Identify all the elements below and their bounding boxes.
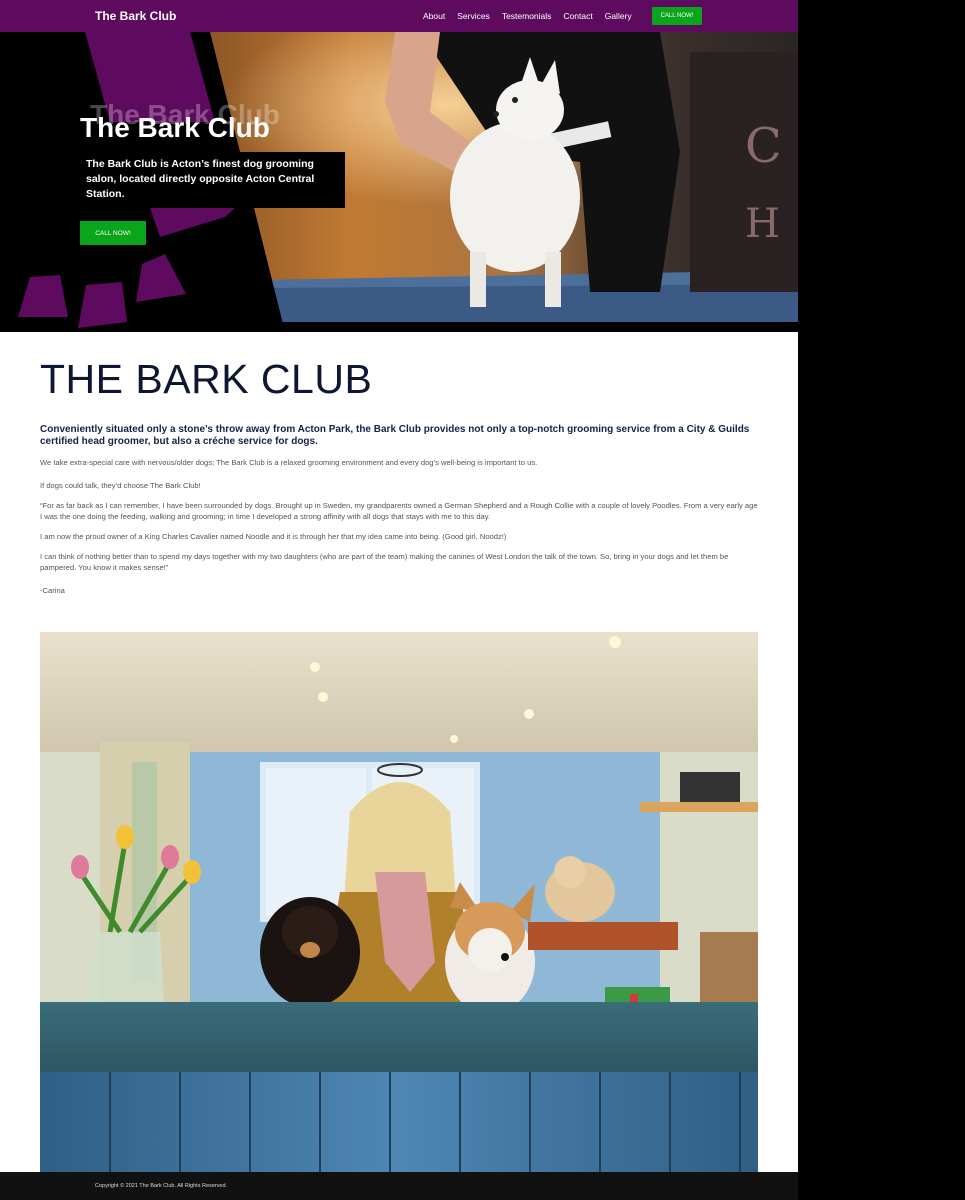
paragraph-care: We take extra-special care with nervous/… <box>40 458 538 467</box>
nav-call-now-button[interactable]: CALL NOW! <box>652 7 702 25</box>
nav-link-services[interactable]: Services <box>457 11 490 21</box>
hero-call-now-button[interactable]: CALL NOW! <box>80 221 146 245</box>
hero-description-box: The Bark Club is Acton’s finest dog groo… <box>80 152 345 208</box>
page: The Bark Club About Services Testemonial… <box>0 0 798 1200</box>
hero-title: The Bark Club <box>80 112 270 143</box>
copyright-text: Copyright © 2021 The Bark Club. All Righ… <box>95 1183 228 1189</box>
brand-logo[interactable]: The Bark Club <box>95 9 176 23</box>
hero-description: The Bark Club is Acton’s finest dog groo… <box>86 158 315 200</box>
nav-link-about[interactable]: About <box>423 11 445 21</box>
paragraph-noodle: I am now the proud owner of a King Charl… <box>40 532 507 541</box>
intro-lead: Conveniently situated only a stone’s thr… <box>40 424 750 447</box>
footer: Copyright © 2021 The Bark Club. All Righ… <box>0 1172 798 1200</box>
svg-text:H: H <box>745 201 780 247</box>
owner-with-dogs-photo <box>40 632 758 1172</box>
nav-links: About Services Testemonials Contact Gall… <box>423 11 632 21</box>
nav-link-testimonials[interactable]: Testemonials <box>502 11 552 21</box>
nav-link-gallery[interactable]: Gallery <box>605 11 632 21</box>
svg-text:C: C <box>745 118 782 174</box>
nav-link-contact[interactable]: Contact <box>563 11 592 21</box>
top-nav: The Bark Club About Services Testemonial… <box>0 0 798 32</box>
page-heading: THE BARK CLUB <box>40 356 373 402</box>
paragraph-history: “For as far back as I can remember, I ha… <box>40 501 758 521</box>
paragraph-tagline: If dogs could talk, they’d choose The Ba… <box>40 481 201 490</box>
signature-carina: -Carina <box>40 586 65 595</box>
paragraph-daughters: I can think of nothing better than to sp… <box>40 552 729 572</box>
hero-section: C H The Bark Club The Bark Club The Bark… <box>0 32 798 332</box>
